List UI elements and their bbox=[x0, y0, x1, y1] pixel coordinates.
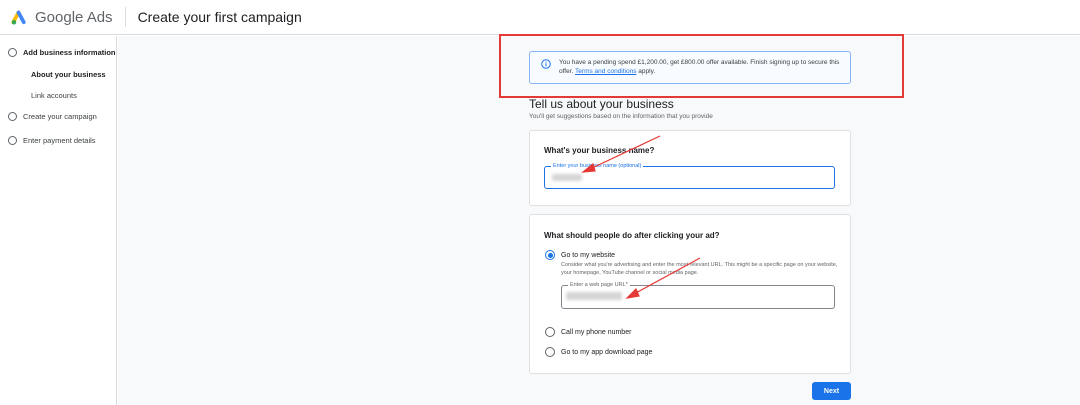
option-label: Call my phone number bbox=[561, 328, 632, 336]
step-circle-icon bbox=[8, 112, 17, 121]
top-bar: Google Ads Create your first campaign bbox=[0, 0, 1080, 35]
radio-checked-icon bbox=[545, 250, 555, 260]
brand-name: Google Ads bbox=[35, 8, 113, 26]
step-add-business-information[interactable]: Add business information bbox=[0, 48, 116, 57]
ad-action-title: What should people do after clicking you… bbox=[544, 231, 720, 240]
next-button[interactable]: Next bbox=[812, 382, 851, 400]
info-icon bbox=[541, 59, 551, 69]
radio-unchecked-icon bbox=[545, 347, 555, 357]
step-label: Enter payment details bbox=[23, 136, 96, 145]
option-label: Go to my website bbox=[561, 251, 616, 259]
step-label: Create your campaign bbox=[23, 112, 97, 121]
terms-and-conditions-link[interactable]: Terms and conditions bbox=[575, 68, 636, 75]
option-go-to-website[interactable]: Go to my website bbox=[545, 250, 615, 260]
promo-banner: You have a pending spend £1,200.00, get … bbox=[529, 51, 851, 84]
business-name-title: What's your business name? bbox=[544, 146, 655, 155]
step-create-your-campaign[interactable]: Create your campaign bbox=[0, 112, 97, 121]
option-call-phone-number[interactable]: Call my phone number bbox=[545, 327, 631, 337]
business-name-input[interactable]: Enter your business name (optional) bbox=[544, 163, 835, 189]
promo-text: You have a pending spend £1,200.00, get … bbox=[559, 58, 849, 76]
redacted-url bbox=[566, 292, 622, 300]
radio-unchecked-icon bbox=[545, 327, 555, 337]
step-label: Add business information bbox=[23, 48, 116, 57]
section-title: Tell us about your business bbox=[529, 97, 674, 111]
sidebar: Add business information About your busi… bbox=[0, 36, 117, 405]
header-divider bbox=[124, 7, 126, 27]
web-page-url-label: Enter a web page URL* bbox=[568, 282, 630, 289]
google-ads-logo[interactable]: Google Ads bbox=[11, 8, 113, 26]
option-app-download-page[interactable]: Go to my app download page bbox=[545, 347, 652, 357]
promo-suffix: apply. bbox=[638, 68, 656, 75]
redacted-business-name bbox=[552, 174, 582, 181]
substep-about-your-business[interactable]: About your business bbox=[31, 70, 106, 79]
website-description: Consider what you're advertising and ent… bbox=[561, 262, 838, 276]
page-title: Create your first campaign bbox=[137, 9, 302, 25]
business-name-label: Enter your business name (optional) bbox=[551, 163, 644, 170]
substep-link-accounts[interactable]: Link accounts bbox=[31, 91, 77, 100]
google-ads-logo-icon bbox=[11, 10, 26, 25]
step-circle-icon bbox=[8, 48, 17, 57]
option-label: Go to my app download page bbox=[561, 348, 653, 356]
section-subtitle: You'll get suggestions based on the info… bbox=[529, 113, 713, 120]
step-circle-icon bbox=[8, 136, 17, 145]
step-enter-payment-details[interactable]: Enter payment details bbox=[0, 136, 96, 145]
